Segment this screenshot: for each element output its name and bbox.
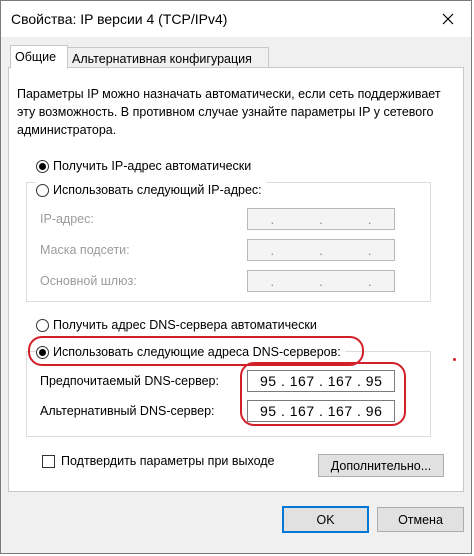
cancel-button[interactable]: Отмена (377, 507, 464, 532)
preferred-dns-field[interactable]: 95 . 167 . 167 . 95 (247, 370, 395, 392)
ok-button[interactable]: OK (282, 506, 369, 533)
preferred-dns-value: 95 . 167 . 167 . 95 (260, 373, 383, 389)
dns-manual-radio[interactable] (36, 345, 49, 359)
ok-button-label: OK (316, 512, 335, 527)
advanced-button[interactable]: Дополнительно... (318, 454, 444, 477)
ip-auto-label: Получить IP-адрес автоматически (53, 159, 252, 173)
close-button[interactable] (425, 1, 471, 37)
dns-auto-label: Получить адрес DNS-сервера автоматически (53, 318, 317, 332)
highlight-mark (453, 358, 456, 361)
validate-label: Подтвердить параметры при выходе (61, 454, 275, 468)
dns-manual-option[interactable]: Использовать следующие адреса DNS-сервер… (36, 343, 345, 361)
alternate-dns-field[interactable]: 95 . 167 . 167 . 96 (247, 400, 395, 422)
default-gateway-field[interactable]: ... (247, 270, 395, 292)
dns-auto-radio[interactable] (36, 318, 49, 332)
tab-alternate-config-label: Альтернативная конфигурация (72, 52, 252, 66)
close-icon (442, 13, 454, 25)
ip-auto-option[interactable]: Получить IP-адрес автоматически (36, 157, 251, 175)
alternate-dns-label: Альтернативный DNS-сервер: (40, 404, 215, 418)
dns-auto-option[interactable]: Получить адрес DNS-сервера автоматически (36, 316, 317, 334)
alternate-dns-value: 95 . 167 . 167 . 96 (260, 403, 383, 419)
tab-general[interactable]: Общие (10, 45, 68, 69)
tab-general-label: Общие (15, 50, 57, 64)
ip-auto-radio[interactable] (36, 159, 49, 173)
tab-alternate-config[interactable]: Альтернативная конфигурация (67, 47, 269, 69)
cancel-button-label: Отмена (398, 512, 443, 527)
dns-manual-label: Использовать следующие адреса DNS-сервер… (53, 345, 341, 359)
advanced-button-label: Дополнительно... (330, 458, 432, 473)
subnet-mask-label: Маска подсети: (40, 243, 130, 257)
description-text: Параметры IP можно назначать автоматичес… (17, 87, 441, 137)
validate-checkbox[interactable] (42, 454, 55, 468)
window-title: Свойства: IP версии 4 (TCP/IPv4) (11, 11, 228, 27)
default-gateway-label: Основной шлюз: (40, 274, 137, 288)
validate-option[interactable]: Подтвердить параметры при выходе (42, 454, 275, 468)
ip-manual-label: Использовать следующий IP-адрес: (53, 183, 262, 197)
preferred-dns-label: Предпочитаемый DNS-сервер: (40, 374, 219, 388)
ip-address-field[interactable]: ... (247, 208, 395, 230)
dns-settings-group (26, 351, 431, 437)
ip-address-label: IP-адрес: (40, 212, 94, 226)
ip-manual-radio[interactable] (36, 183, 49, 197)
ip-manual-option[interactable]: Использовать следующий IP-адрес: (36, 181, 266, 199)
subnet-mask-field[interactable]: ... (247, 239, 395, 261)
title-bar: Свойства: IP версии 4 (TCP/IPv4) (1, 1, 471, 37)
